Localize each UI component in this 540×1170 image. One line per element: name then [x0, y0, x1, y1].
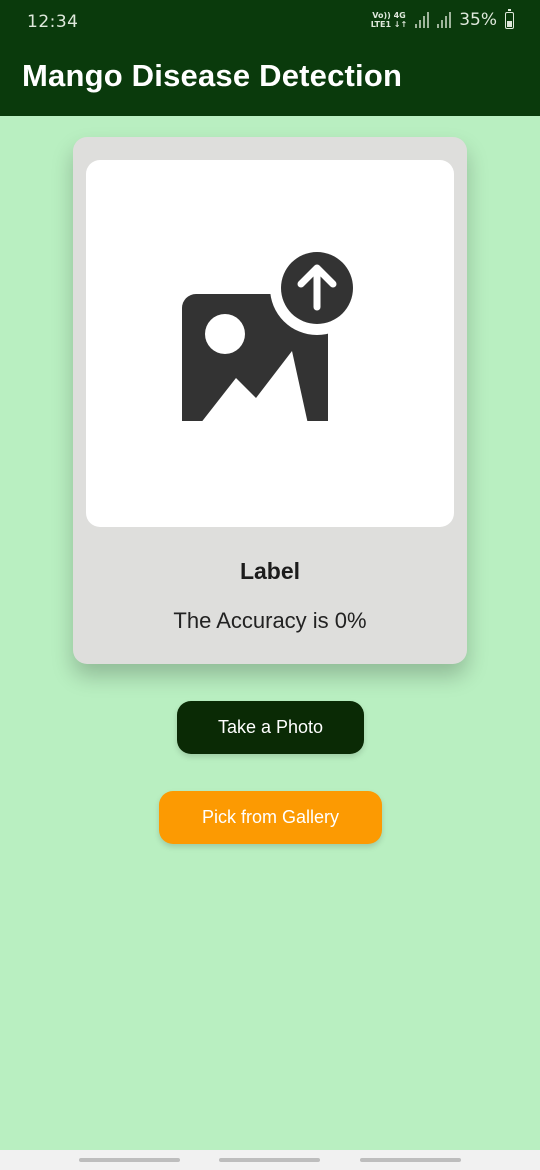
result-card: Label The Accuracy is 0%	[73, 137, 467, 664]
app-bar: 12:34 Vo)) 4G LTE1 ↓↑ 35% Mango Disease …	[0, 0, 540, 116]
network-indicator: Vo)) 4G LTE1 ↓↑	[371, 11, 407, 29]
status-bar: 12:34 Vo)) 4G LTE1 ↓↑ 35%	[0, 0, 540, 44]
network-top: Vo)) 4G	[372, 11, 406, 20]
accuracy-text: The Accuracy is 0%	[173, 608, 367, 633]
image-preview[interactable]	[86, 160, 454, 527]
battery-icon	[505, 8, 514, 29]
status-time: 12:34	[27, 12, 79, 32]
signal-icon	[415, 12, 430, 28]
take-photo-button[interactable]: Take a Photo	[177, 701, 364, 754]
signal-icon-2	[437, 12, 452, 28]
nav-back[interactable]	[360, 1158, 461, 1162]
system-nav-bar	[0, 1150, 540, 1170]
nav-recents[interactable]	[79, 1158, 180, 1162]
network-bottom: LTE1 ↓↑	[370, 20, 408, 29]
page-title: Mango Disease Detection	[22, 58, 403, 93]
status-icons: Vo)) 4G LTE1 ↓↑ 35%	[371, 8, 514, 30]
battery-percent: 35%	[459, 10, 497, 30]
result-label: Label	[239, 558, 301, 584]
nav-home[interactable]	[219, 1158, 320, 1162]
image-upload-icon	[182, 246, 360, 421]
pick-gallery-button[interactable]: Pick from Gallery	[159, 791, 382, 844]
